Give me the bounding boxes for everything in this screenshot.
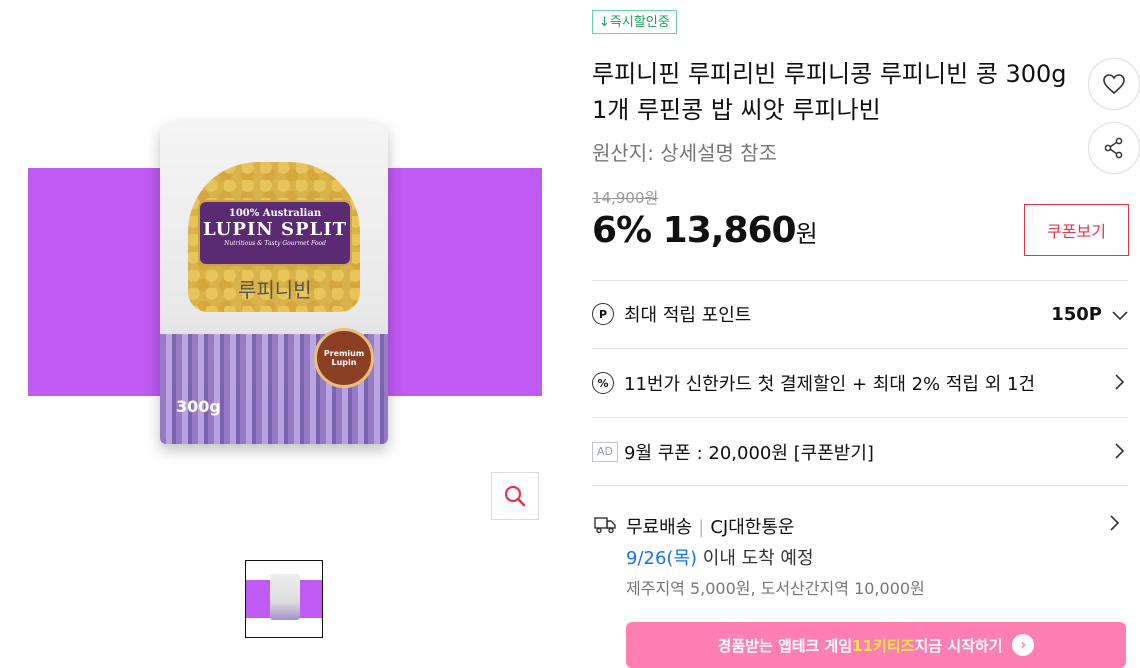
- bag-label-line1: 100% Australian: [228, 208, 322, 219]
- shipping-type: 무료배송: [626, 517, 693, 538]
- bag-label: 100% Australian LUPIN SPLIT Nutritious &…: [198, 200, 352, 266]
- divider: [592, 280, 1128, 281]
- points-value: 150P: [1051, 303, 1102, 325]
- point-icon: P: [592, 303, 614, 325]
- ad-tag: AD: [592, 442, 618, 462]
- view-coupon-button[interactable]: 쿠폰보기: [1024, 204, 1129, 256]
- bag-label-line3: Nutritious & Tasty Gourmet Food: [224, 240, 326, 247]
- chevron-right-icon[interactable]: [1110, 512, 1120, 536]
- divider: [592, 348, 1128, 349]
- zoom-button[interactable]: [491, 472, 539, 520]
- sale-price: 13,860: [662, 210, 797, 251]
- bag-weight: 300g: [176, 397, 221, 416]
- divider: [592, 417, 1128, 418]
- card-benefit-row[interactable]: % 11번가 신한카드 첫 결제할인 + 최대 2% 적립 외 1건: [592, 363, 1132, 403]
- banner-text-highlight: 11키티즈: [852, 636, 915, 655]
- delivery-date: 9/26(목): [626, 548, 698, 569]
- product-title: 루피니핀 루피리빈 루피니콩 루피니빈 콩 300g 1개 루핀콩 밥 씨앗 루…: [592, 60, 1067, 124]
- shipping-extra-fee: 제주지역 5,000원, 도서산간지역 10,000원: [626, 579, 925, 598]
- premium-stamp: Premium Lupin: [314, 328, 374, 388]
- points-label: 최대 적립 포인트: [624, 305, 752, 326]
- divider: [592, 485, 1128, 486]
- discount-rate: 6%: [592, 210, 652, 251]
- separator: |: [698, 517, 705, 538]
- truck-icon: [594, 517, 616, 534]
- points-row[interactable]: P 최대 적립 포인트 150P: [592, 294, 1132, 334]
- delivery-date-suffix: 이내 도착 예정: [697, 548, 814, 569]
- chevron-down-icon: [1108, 302, 1132, 326]
- percent-icon: %: [592, 372, 614, 394]
- arrow-right-icon: ›: [1012, 634, 1035, 656]
- bag-label-line2: LUPIN SPLIT: [202, 219, 348, 240]
- delivery-estimate: 9/26(목) 이내 도착 예정: [626, 544, 814, 570]
- thumbnail-1[interactable]: [245, 560, 323, 638]
- card-benefit-label: 11번가 신한카드 첫 결제할인 + 최대 2% 적립 외 1건: [624, 374, 1036, 395]
- shipping-carrier: CJ대한통운: [710, 517, 795, 538]
- bag-korean-name: 루피니빈: [238, 278, 312, 302]
- origin-text: 원산지: 상세설명 참조: [592, 141, 778, 165]
- shipping-title[interactable]: 무료배송 | CJ대한통운: [626, 513, 794, 539]
- chevron-right-icon: [1108, 440, 1132, 464]
- instant-discount-badge: ↓즉시할인중: [592, 10, 677, 34]
- coupon-ad-row[interactable]: AD 9월 쿠폰 : 20,000원 [쿠폰받기]: [592, 432, 1132, 472]
- original-price: 14,900원: [592, 189, 659, 207]
- share-icon: [1104, 137, 1123, 159]
- banner-text-pre: 경품받는 앱테크 게임: [717, 636, 853, 655]
- product-image[interactable]: 100% Australian LUPIN SPLIT Nutritious &…: [160, 122, 388, 444]
- heart-icon: [1103, 74, 1125, 95]
- currency-unit: 원: [795, 220, 818, 248]
- game-promo-banner[interactable]: 경품받는 앱테크 게임 11키티즈 지금 시작하기 ›: [626, 622, 1126, 668]
- share-button[interactable]: [1088, 122, 1140, 174]
- search-icon: [504, 485, 526, 507]
- like-button[interactable]: [1088, 58, 1140, 110]
- price-row: 6% 13,860원: [592, 210, 818, 251]
- coupon-ad-label: 9월 쿠폰 : 20,000원 [쿠폰받기]: [624, 443, 874, 464]
- thumbnail-bag: [270, 574, 300, 620]
- chevron-right-icon: [1108, 371, 1132, 395]
- banner-text-post: 지금 시작하기: [914, 636, 1003, 655]
